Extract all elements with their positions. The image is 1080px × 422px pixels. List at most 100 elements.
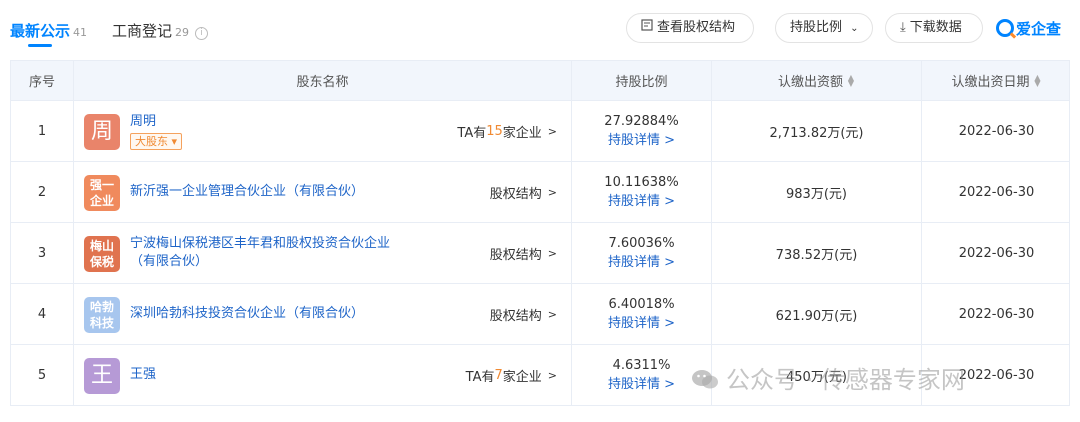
holding-detail-label: 持股详情 xyxy=(607,133,660,148)
related-link-pre: 股权结构 xyxy=(489,308,542,324)
chevron-right-icon: > xyxy=(547,124,557,138)
structure-icon xyxy=(641,14,653,42)
shareholder-name-link[interactable]: 宁波梅山保税港区丰年君和股权投资合伙企业（有限合伙） xyxy=(130,235,390,271)
sort-icon: ▲ ▼ xyxy=(1034,72,1041,88)
tab-registration-count: 29 xyxy=(175,26,190,39)
shareholder-name-link[interactable]: 深圳哈勃科技投资合伙企业（有限合伙） xyxy=(130,305,390,323)
major-shareholder-badge[interactable]: 大股东 ▾ xyxy=(130,132,183,150)
header-amount-label: 认缴出资额 xyxy=(777,75,843,90)
download-label: 下载数据 xyxy=(909,20,962,35)
amount-value: 738.52万(元) xyxy=(712,223,922,283)
ratio-cell: 6.40018% 持股详情 > xyxy=(572,284,712,344)
watermark-text: 公众号 · 传感器专家网 xyxy=(726,366,965,394)
holding-detail-link[interactable]: 持股详情 > xyxy=(608,375,675,394)
chevron-right-icon: > xyxy=(664,377,676,392)
holding-detail-label: 持股详情 xyxy=(607,255,660,270)
related-link-pre: 股权结构 xyxy=(489,247,542,263)
ratio-value: 4.6311% xyxy=(612,358,671,373)
row-index: 4 xyxy=(11,284,74,344)
download-button[interactable]: ⤓ 下载数据 xyxy=(885,13,983,43)
holding-detail-label: 持股详情 xyxy=(607,377,660,392)
date-value: 2022-06-30 xyxy=(958,184,1035,200)
top-bar: 最新公示 41 工商登记 29 i 查看股权结构 持股比例 ⌄ ⤓ 下载数据 爱企查 xyxy=(0,0,1080,60)
holding-detail-link[interactable]: 持股详情 > xyxy=(608,253,675,272)
related-link-pre: TA有 xyxy=(465,369,495,385)
amount-value: 983万(元) xyxy=(712,162,922,222)
name-wrap: 深圳哈勃科技投资合伙企业（有限合伙） xyxy=(130,284,390,344)
related-link-post: 家企业 xyxy=(502,125,542,141)
watermark: 公众号 · 传感器专家网 xyxy=(690,360,965,395)
amount-value: 2,713.82万(元) xyxy=(712,101,922,161)
view-structure-button[interactable]: 查看股权结构 xyxy=(626,13,754,43)
ratio-dropdown[interactable]: 持股比例 ⌄ xyxy=(775,13,873,43)
sort-icon: ▲ ▼ xyxy=(847,72,855,88)
info-icon[interactable]: i xyxy=(195,27,209,40)
related-link-pre: 股权结构 xyxy=(489,186,542,202)
table-row: 4 哈勃 科技 深圳哈勃科技投资合伙企业（有限合伙） 股权结构 > 6.40018%… xyxy=(11,284,1069,345)
name-wrap: 王强 xyxy=(130,345,390,405)
related-link-count: 15 xyxy=(486,123,503,139)
avatar[interactable]: 王 xyxy=(84,358,120,394)
related-link[interactable]: 股权结构 > xyxy=(490,223,557,283)
row-index: 5 xyxy=(11,345,74,405)
chevron-right-icon: > xyxy=(664,255,676,270)
table-row: 1 周 周明 大股东 ▾ TA有 15 家企业 > 27.92884% 持股详情 > … xyxy=(11,101,1069,162)
ratio-cell: 27.92884% 持股详情 > xyxy=(572,101,712,161)
related-link[interactable]: TA有 7 家企业 > xyxy=(466,345,557,405)
amount-value: 621.90万(元) xyxy=(712,284,922,344)
brand-q-icon xyxy=(996,19,1014,37)
related-link[interactable]: TA有 15 家企业 > xyxy=(457,101,557,161)
header-ratio: 持股比例 xyxy=(572,61,712,100)
avatar[interactable]: 梅山 保税 xyxy=(84,236,120,272)
related-link-pre: TA有 xyxy=(457,125,487,141)
ratio-stack: 10.11638% 持股详情 > xyxy=(572,162,711,222)
related-link[interactable]: 股权结构 > xyxy=(490,162,557,222)
date-value: 2022-06-30 xyxy=(958,306,1035,322)
avatar[interactable]: 强一 企业 xyxy=(84,175,120,211)
chevron-right-icon: > xyxy=(664,316,676,331)
active-tab-indicator xyxy=(28,44,52,47)
avatar[interactable]: 周 xyxy=(84,114,120,150)
name-wrap: 周明 大股东 ▾ xyxy=(130,101,390,161)
holding-detail-link[interactable]: 持股详情 > xyxy=(608,314,675,333)
shareholder-name-link[interactable]: 周明 xyxy=(130,113,390,131)
table-row: 3 梅山 保税 宁波梅山保税港区丰年君和股权投资合伙企业（有限合伙） 股权结构 > … xyxy=(11,223,1069,284)
view-structure-label: 查看股权结构 xyxy=(657,20,736,35)
date-value: 2022-06-30 xyxy=(958,123,1035,139)
holding-detail-label: 持股详情 xyxy=(607,194,660,209)
shareholder-cell: 哈勃 科技 深圳哈勃科技投资合伙企业（有限合伙） 股权结构 > xyxy=(74,284,572,344)
chevron-right-icon: > xyxy=(547,185,557,199)
header-amount[interactable]: 认缴出资额 ▲ ▼ xyxy=(712,61,922,100)
chevron-right-icon: > xyxy=(664,194,676,209)
badge-label: 大股东 xyxy=(135,134,168,148)
tab-registration-label: 工商登记 xyxy=(112,22,173,40)
avatar[interactable]: 哈勃 科技 xyxy=(84,297,120,333)
name-wrap: 宁波梅山保税港区丰年君和股权投资合伙企业（有限合伙） xyxy=(130,223,390,283)
date-value: 2022-06-30 xyxy=(958,245,1035,261)
brand-logo: 爱企查 xyxy=(996,18,1061,39)
row-index: 2 xyxy=(11,162,74,222)
related-link[interactable]: 股权结构 > xyxy=(490,284,557,344)
ratio-value: 10.11638% xyxy=(604,175,679,190)
shareholder-cell: 周 周明 大股东 ▾ TA有 15 家企业 > xyxy=(74,101,572,161)
brand-name: 爱企查 xyxy=(1016,20,1062,38)
holding-detail-link[interactable]: 持股详情 > xyxy=(608,192,675,211)
chevron-right-icon: > xyxy=(547,368,557,382)
chevron-down-icon: ⌄ xyxy=(850,23,859,34)
shareholder-cell: 强一 企业 新沂强一企业管理合伙企业（有限合伙） 股权结构 > xyxy=(74,162,572,222)
holding-detail-label: 持股详情 xyxy=(607,316,660,331)
ratio-cell: 7.60036% 持股详情 > xyxy=(572,223,712,283)
shareholder-cell: 梅山 保税 宁波梅山保税港区丰年君和股权投资合伙企业（有限合伙） 股权结构 > xyxy=(74,223,572,283)
holding-detail-link[interactable]: 持股详情 > xyxy=(608,131,675,150)
ratio-value: 6.40018% xyxy=(608,297,675,312)
table-row: 2 强一 企业 新沂强一企业管理合伙企业（有限合伙） 股权结构 > 10.11638… xyxy=(11,162,1069,223)
tab-registration[interactable]: 工商登记 29 i xyxy=(112,20,209,41)
shareholder-name-link[interactable]: 王强 xyxy=(130,366,390,384)
header-index: 序号 xyxy=(11,61,74,100)
tab-latest-count: 41 xyxy=(73,26,88,39)
shareholder-name-link[interactable]: 新沂强一企业管理合伙企业（有限合伙） xyxy=(130,183,390,201)
header-date[interactable]: 认缴出资日期 ▲ ▼ xyxy=(922,61,1071,100)
ratio-stack: 27.92884% 持股详情 > xyxy=(572,101,711,161)
header-date-label: 认缴出资日期 xyxy=(951,75,1030,90)
tab-latest[interactable]: 最新公示 41 xyxy=(10,20,87,41)
